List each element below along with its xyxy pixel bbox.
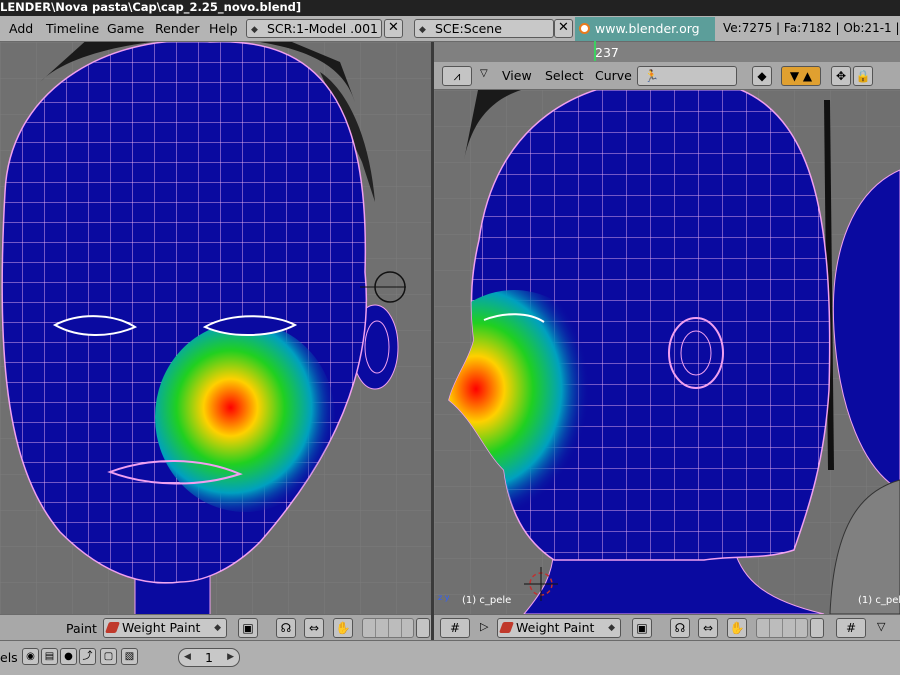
window-title: LENDER\Nova pasta\Cap\cap_2.25_novo.blen… <box>0 0 900 16</box>
shading-ball-icon[interactable]: ● <box>60 648 77 665</box>
hand-icon[interactable]: ✋ <box>727 618 747 638</box>
spin-button[interactable]: ◆ <box>752 66 772 86</box>
viewport-side[interactable]: (1) c_pele (1) c_pel z y <box>434 90 900 614</box>
collapse-triangle-icon[interactable]: ▽ <box>877 620 885 633</box>
paint-brush-icon <box>104 622 121 633</box>
viewport-front[interactable] <box>0 42 431 614</box>
screen-select-value: SCR:1-Model .001 <box>267 21 378 36</box>
menu-view[interactable]: View <box>502 68 532 83</box>
paint-label: Paint <box>66 621 97 636</box>
object-icon[interactable]: ⤴ <box>79 648 96 665</box>
layer-lock[interactable] <box>810 618 824 638</box>
blender-link[interactable]: www.blender.org 237 <box>575 17 715 60</box>
delete-screen-button[interactable]: ✕ <box>384 19 403 38</box>
menu-help[interactable]: Help <box>209 21 238 36</box>
menu-select[interactable]: Select <box>545 68 584 83</box>
manipulator-icon[interactable]: ⇔ <box>304 618 324 638</box>
layer-buttons[interactable] <box>362 618 414 638</box>
updown-icon: ◆ <box>214 623 221 633</box>
delete-scene-button[interactable]: ✕ <box>554 19 573 38</box>
side-head-mesh <box>434 90 900 614</box>
menu-curve[interactable]: Curve <box>595 68 632 83</box>
scene-icon[interactable]: ▧ <box>121 648 138 665</box>
front-head-mesh <box>0 42 431 614</box>
side-view-footer: # ▷ Weight Paint ◆ ▣ ☊ ⇔ ✋ # ▽ <box>434 614 900 640</box>
view3d-type-icon-2[interactable]: # <box>836 618 866 638</box>
ipo-curve-icon: ⩘ <box>453 69 461 83</box>
updown-icon: ◆ <box>608 623 615 633</box>
editing-icon[interactable]: ▢ <box>100 648 117 665</box>
updown-icon: ◆ <box>251 25 258 35</box>
logic-icon[interactable]: ◉ <box>22 648 39 665</box>
cursor-line <box>594 41 596 61</box>
screen-select[interactable]: ◆ SCR:1-Model .001 <box>246 19 382 38</box>
mode-select-right[interactable]: Weight Paint ◆ <box>497 618 621 638</box>
scene-stats: Ve:7275 | Fa:7182 | Ob:21-1 | <box>723 21 900 35</box>
menu-add[interactable]: Add <box>9 21 33 36</box>
layer-buttons[interactable] <box>756 618 808 638</box>
ipo-type-select[interactable]: 🏃 <box>637 66 737 86</box>
panel-label: els <box>0 650 18 665</box>
frame-value: 1 <box>205 650 213 665</box>
collapse-triangle-icon[interactable]: ▽ <box>480 68 488 79</box>
paint-brush-icon <box>498 622 515 633</box>
pin-buttons[interactable]: ▼ ▲ <box>781 66 821 86</box>
mode-select-right-value: Weight Paint <box>516 620 595 635</box>
mode-select[interactable]: Weight Paint ◆ <box>103 618 227 638</box>
running-man-icon: 🏃 <box>644 69 659 83</box>
active-object-label: (1) c_pele <box>462 595 512 606</box>
scene-select[interactable]: ◆ SCE:Scene <box>414 19 554 38</box>
frame-field[interactable]: ◀ 1 ▶ <box>178 648 240 667</box>
blender-logo-icon <box>579 23 590 34</box>
ipo-header: ⩘ ▽ View Select Curve 🏃 ◆ ▼ ▲ ✥ 🔒 <box>434 62 900 90</box>
shading-icon[interactable]: ▣ <box>238 618 258 638</box>
axis-gizmo: z y <box>438 593 450 602</box>
pivot-icon[interactable]: ☊ <box>276 618 296 638</box>
menu-timeline[interactable]: Timeline <box>46 21 99 36</box>
front-view-footer: Paint Weight Paint ◆ ▣ ☊ ⇔ ✋ <box>0 614 431 640</box>
active-object-label-2: (1) c_pel <box>858 595 900 606</box>
move-icon[interactable]: ✥ <box>831 66 851 86</box>
scene-select-value: SCE:Scene <box>435 21 502 36</box>
updown-icon: ◆ <box>419 25 426 35</box>
shading-icon[interactable]: ▣ <box>632 618 652 638</box>
expand-triangle-icon[interactable]: ▷ <box>480 620 488 633</box>
pivot-icon[interactable]: ☊ <box>670 618 690 638</box>
buttons-window-header: els ◉ ▤ ● ⤴ ▢ ▧ ◀ 1 ▶ <box>0 640 900 675</box>
increment-icon[interactable]: ▶ <box>227 649 234 666</box>
decrement-icon[interactable]: ◀ <box>184 649 191 666</box>
menu-game[interactable]: Game <box>107 21 144 36</box>
manipulator-icon[interactable]: ⇔ <box>698 618 718 638</box>
blender-link-text: www.blender.org 237 <box>595 21 700 60</box>
view3d-type-icon[interactable]: # <box>440 618 470 638</box>
lock-icon[interactable]: 🔒 <box>853 66 873 86</box>
editor-type-button[interactable]: ⩘ <box>442 66 472 86</box>
script-icon[interactable]: ▤ <box>41 648 58 665</box>
layer-lock[interactable] <box>416 618 430 638</box>
menu-render[interactable]: Render <box>155 21 200 36</box>
mode-select-value: Weight Paint <box>122 620 201 635</box>
hand-icon[interactable]: ✋ <box>333 618 353 638</box>
